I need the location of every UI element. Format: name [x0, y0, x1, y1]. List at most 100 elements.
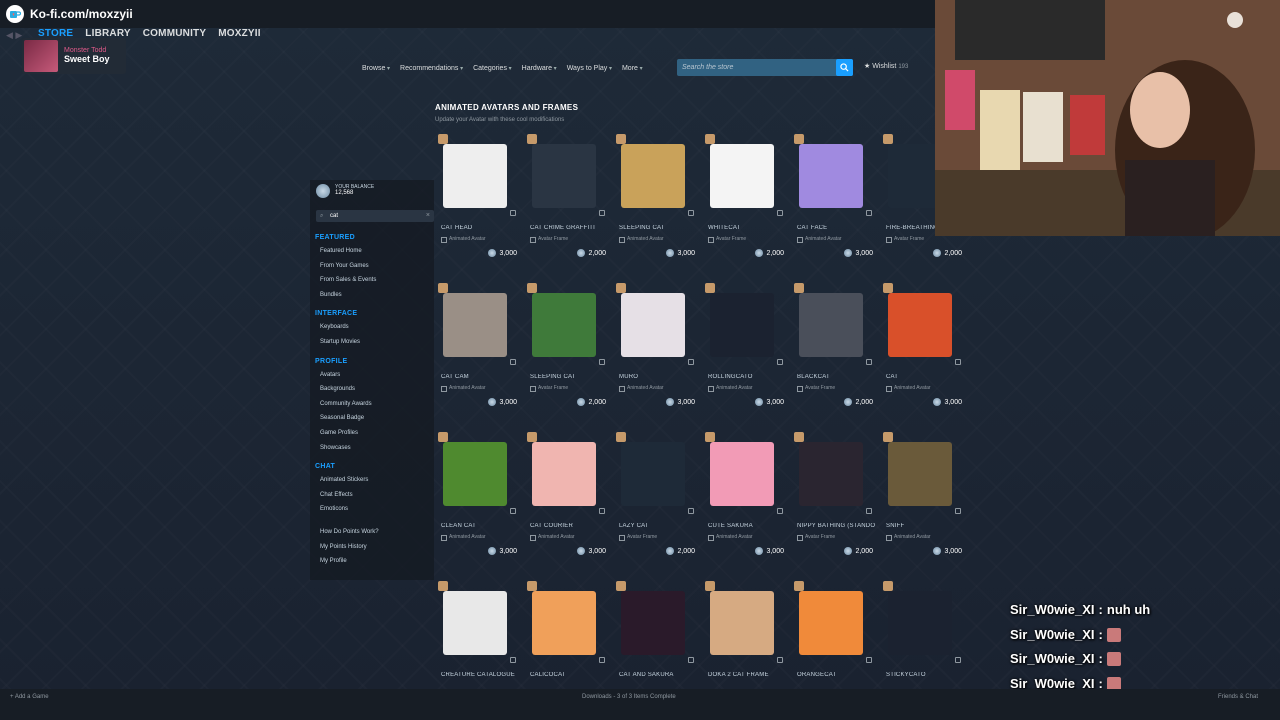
sidebar-item[interactable]: Animated Stickers — [315, 473, 379, 488]
menu-browse[interactable]: Browse — [362, 65, 390, 72]
sidebar-item[interactable]: Bundles — [315, 288, 379, 303]
friends-chat-button[interactable]: Friends & Chat — [1218, 694, 1258, 700]
sidebar-item[interactable]: Chat Effects — [315, 488, 379, 503]
menu-categories[interactable]: Categories — [473, 65, 512, 72]
price-value: 3,000 — [499, 547, 517, 555]
shop-item-card[interactable]: CREATURE CATALOGUE — [435, 581, 521, 684]
menu-more[interactable]: More — [622, 65, 643, 72]
item-type: Avatar Frame — [797, 534, 835, 541]
item-type-icon — [688, 508, 694, 514]
item-type-icon — [777, 508, 783, 514]
store-search-input[interactable]: Search the store — [677, 64, 836, 71]
streamer-webcam — [935, 0, 1280, 236]
shop-item-card[interactable]: BLACKCAT Avatar Frame 2,000 — [791, 283, 877, 423]
shop-item-card[interactable]: SLEEPING CAT Avatar Frame 2,000 — [524, 283, 610, 423]
shop-item-card[interactable]: ORANGECAT — [791, 581, 877, 684]
price-value: 2,000 — [588, 249, 606, 257]
item-type-icon — [599, 210, 605, 216]
downloads-status[interactable]: Downloads - 3 of 3 Items Complete — [582, 694, 676, 700]
shop-item-card[interactable]: CAT AND SAKURA — [613, 581, 699, 684]
sidebar-item[interactable]: From Sales & Events — [315, 273, 379, 288]
shop-item-card[interactable]: CAT Animated Avatar 3,000 — [880, 283, 965, 423]
search-icon[interactable] — [836, 59, 853, 76]
item-price: 2,000 — [577, 398, 606, 406]
shop-item-card[interactable]: CAT COURIER Animated Avatar 3,000 — [524, 432, 610, 572]
wishlist-link[interactable]: ★ Wishlist 193 — [864, 62, 908, 70]
shop-item-card[interactable]: CAT CAM Animated Avatar 3,000 — [435, 283, 521, 423]
menu-ways-to-play[interactable]: Ways to Play — [567, 65, 612, 72]
shop-item-card[interactable]: CUTE SAKURA Animated Avatar 3,000 — [702, 432, 788, 572]
points-coin-icon — [488, 249, 497, 257]
wishlist-count: 193 — [898, 64, 909, 70]
sidebar-link[interactable]: My Profile — [315, 554, 379, 569]
shop-item-card[interactable]: NIPPY BATHING (STANDO Avatar Frame 2,000 — [791, 432, 877, 572]
item-type-icon — [866, 508, 872, 514]
sidebar-item[interactable]: Game Profiles — [315, 426, 379, 441]
item-name: CAT COURIER — [530, 523, 573, 529]
item-price: 2,000 — [666, 547, 695, 555]
item-price: 3,000 — [488, 398, 517, 406]
sidebar-item[interactable]: From Your Games — [315, 259, 379, 274]
item-type-icon — [599, 359, 605, 365]
shop-item-card[interactable]: SNIFF Animated Avatar 3,000 — [880, 432, 965, 572]
chat-username: Sir_W0wie_XI — [1010, 626, 1095, 642]
nav-community[interactable]: COMMUNITY — [143, 28, 206, 39]
item-preview — [532, 591, 596, 655]
points-coin-icon — [844, 547, 853, 555]
shop-item-card[interactable]: WHITECAT Avatar Frame 2,000 — [702, 134, 788, 274]
shop-item-card[interactable]: CAT FACE Animated Avatar 3,000 — [791, 134, 877, 274]
item-name: CAT CRIME GRAFFITI — [530, 225, 596, 231]
item-type-icon — [688, 359, 694, 365]
item-type-icon — [777, 210, 783, 216]
section-subtitle: Update your Avatar with these cool modif… — [435, 117, 565, 123]
back-forward-icons[interactable]: ◀ ▶ — [6, 30, 22, 41]
shop-item-card[interactable]: MURO Animated Avatar 3,000 — [613, 283, 699, 423]
menu-recommendations[interactable]: Recommendations — [400, 65, 463, 72]
sidebar-item[interactable]: Startup Movies — [315, 335, 379, 350]
shop-item-card[interactable]: CAT CRIME GRAFFITI Avatar Frame 2,000 — [524, 134, 610, 274]
points-coin-icon — [933, 547, 942, 555]
item-type-icon — [955, 359, 961, 365]
item-price: 2,000 — [755, 249, 784, 257]
item-type: Animated Avatar — [441, 385, 486, 392]
clear-icon[interactable]: × — [426, 210, 430, 222]
shop-item-card[interactable]: CAT HEAD Animated Avatar 3,000 — [435, 134, 521, 274]
kofi-text: Ko-fi.com/moxzyii — [30, 7, 133, 21]
star-icon: ★ — [864, 63, 871, 70]
points-coin-icon — [933, 398, 942, 406]
item-preview — [710, 442, 774, 506]
sidebar-item[interactable]: Featured Home — [315, 244, 379, 259]
item-preview — [710, 591, 774, 655]
add-game-button[interactable]: + Add a Game — [10, 694, 49, 700]
sidebar-item[interactable]: Showcases — [315, 441, 379, 456]
item-name: CAT — [886, 374, 899, 380]
item-price: 3,000 — [844, 249, 873, 257]
sidebar-item[interactable]: Emoticons — [315, 502, 379, 517]
sidebar-link[interactable]: How Do Points Work? — [315, 525, 379, 540]
shop-item-card[interactable]: CLEAN CAT Animated Avatar 3,000 — [435, 432, 521, 572]
item-name: CUTE SAKURA — [708, 523, 753, 529]
sidebar-item[interactable]: Avatars — [315, 368, 379, 383]
sidebar-item[interactable]: Community Awards — [315, 397, 379, 412]
sidebar-item[interactable]: Seasonal Badge — [315, 411, 379, 426]
item-name: WHITECAT — [708, 225, 741, 231]
sidebar-item[interactable]: Backgrounds — [315, 382, 379, 397]
chat-colon: : — [1098, 626, 1103, 642]
menu-hardware[interactable]: Hardware — [522, 65, 557, 72]
shop-item-card[interactable]: STICKYCATO — [880, 581, 965, 684]
nav-profile[interactable]: MOXZYII — [218, 28, 261, 39]
shop-item-card[interactable]: CALICOCAT — [524, 581, 610, 684]
item-name: DOKA 2 CAT FRAME — [708, 672, 769, 678]
shop-item-card[interactable]: SLEEPING CAT Animated Avatar 3,000 — [613, 134, 699, 274]
app-icon — [527, 134, 537, 144]
sidebar-search-input[interactable]: ⌕ cat × — [316, 210, 434, 222]
sidebar-item[interactable]: Keyboards — [315, 320, 379, 335]
item-price: 2,000 — [844, 398, 873, 406]
shop-item-card[interactable]: LAZY CAT Avatar Frame 2,000 — [613, 432, 699, 572]
shop-item-card[interactable]: ROLLINGCATO Animated Avatar 3,000 — [702, 283, 788, 423]
item-type: Animated Avatar — [530, 534, 575, 541]
shop-item-card[interactable]: DOKA 2 CAT FRAME — [702, 581, 788, 684]
sidebar-link[interactable]: My Points History — [315, 540, 379, 555]
store-search[interactable]: Search the store — [677, 59, 853, 76]
item-type: Animated Avatar — [886, 385, 931, 392]
